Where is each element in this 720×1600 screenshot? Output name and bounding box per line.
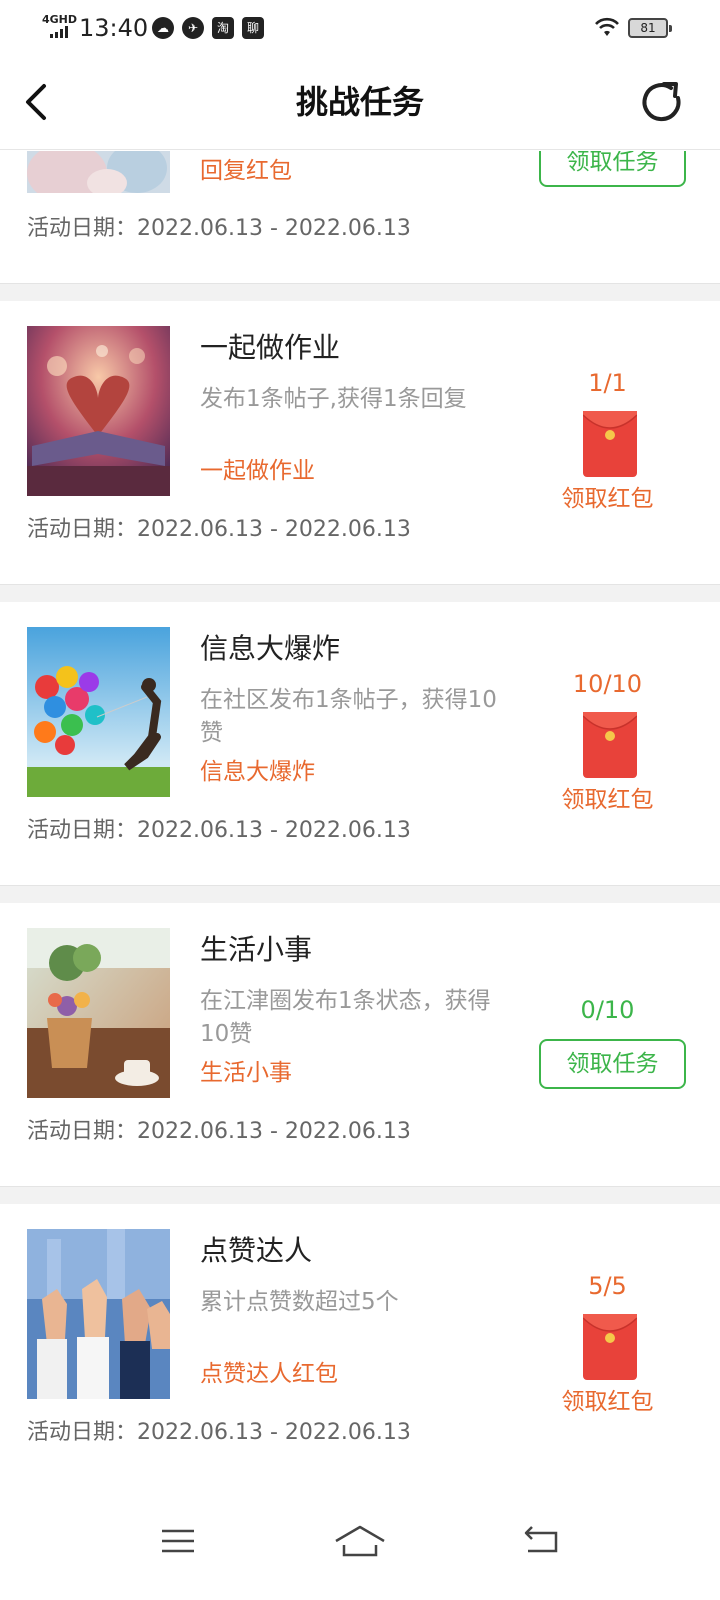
back-icon[interactable] [512, 1511, 572, 1571]
red-envelope-icon[interactable] [583, 411, 637, 477]
red-envelope-icon[interactable] [583, 1314, 637, 1380]
task-tag: 回复红包 [200, 158, 292, 184]
task-image [27, 151, 170, 193]
compass-icon: ✈ [182, 17, 204, 39]
network-type: 4GHD [42, 13, 78, 26]
task-image [27, 326, 170, 496]
task-description: 在江津圈发布1条状态，获得10赞 [200, 988, 491, 1047]
task-progress: 10/10 [572, 670, 643, 698]
task-description: 在社区发布1条帖子，获得10赞 [200, 687, 497, 746]
menu-icon[interactable] [148, 1511, 208, 1571]
task-card: 回复红包 领取任务 活动日期：2022.06.13 - 2022.06.13 [0, 151, 720, 283]
task-card: 信息大爆炸 在社区发布1条帖子，获得10赞 信息大爆炸 10/10 领取红包 活… [0, 602, 720, 885]
divider [0, 1186, 720, 1204]
task-tag: 生活小事 [200, 1060, 292, 1086]
task-description: 发布1条帖子,获得1条回复 [200, 386, 467, 412]
task-card: 生活小事 在江津圈发布1条状态，获得10赞 生活小事 0/10 领取任务 活动日… [0, 903, 720, 1186]
task-date: 活动日期：2022.06.13 - 2022.06.13 [27, 216, 411, 241]
photo-balloons-icon [27, 627, 170, 797]
claim-red-packet-button[interactable]: 领取红包 [530, 484, 685, 514]
task-image [27, 627, 170, 797]
task-title: 点赞达人 [200, 1234, 313, 1267]
header: 挑战任务 [0, 56, 720, 150]
task-tag: 信息大爆炸 [200, 759, 315, 785]
status-bar: 4GHD 13:40 ☁ ✈ 淘 聊 81 [0, 0, 720, 56]
claim-red-packet-button[interactable]: 领取红包 [530, 1387, 685, 1417]
task-list[interactable]: 回复红包 领取任务 活动日期：2022.06.13 - 2022.06.13 一… [0, 151, 720, 1491]
task-date: 活动日期：2022.06.13 - 2022.06.13 [27, 1420, 411, 1445]
system-nav-bar [0, 1491, 720, 1600]
task-title: 生活小事 [200, 933, 313, 966]
task-progress: 0/10 [580, 996, 635, 1024]
task-description: 累计点赞数超过5个 [200, 1289, 399, 1315]
task-date: 活动日期：2022.06.13 - 2022.06.13 [27, 517, 411, 542]
task-tag: 点赞达人红包 [200, 1361, 338, 1387]
task-progress: 5/5 [588, 1272, 627, 1300]
photo-girl-icon [27, 151, 170, 193]
task-progress: 1/1 [588, 369, 627, 397]
red-envelope-icon[interactable] [583, 712, 637, 778]
task-title: 信息大爆炸 [200, 632, 341, 665]
divider [0, 283, 720, 301]
signal-icon [50, 26, 72, 38]
taobao-icon: 淘 [212, 17, 234, 39]
task-title: 一起做作业 [200, 331, 341, 364]
claim-task-button[interactable]: 领取任务 [539, 151, 686, 187]
task-card: 一起做作业 发布1条帖子,获得1条回复 一起做作业 1/1 领取红包 活动日期：… [0, 301, 720, 584]
clock: 13:40 [79, 14, 149, 42]
home-icon[interactable] [330, 1511, 390, 1571]
weather-icon: ☁ [152, 17, 174, 39]
divider [0, 584, 720, 602]
task-tag: 一起做作业 [200, 458, 315, 484]
claim-task-button[interactable]: 领取任务 [539, 1039, 686, 1089]
task-date: 活动日期：2022.06.13 - 2022.06.13 [27, 818, 411, 843]
photo-book-heart-icon [27, 326, 170, 496]
claim-red-packet-button[interactable]: 领取红包 [530, 785, 685, 815]
divider [0, 885, 720, 903]
wifi-icon [595, 17, 619, 36]
task-image [27, 928, 170, 1098]
photo-teapot-icon [27, 928, 170, 1098]
app-icon: 聊 [242, 17, 264, 39]
photo-thumbs-up-icon [27, 1229, 170, 1399]
battery-icon: 81 [628, 18, 672, 38]
refresh-button[interactable] [638, 78, 686, 126]
page-title: 挑战任务 [295, 83, 424, 121]
task-date: 活动日期：2022.06.13 - 2022.06.13 [27, 1119, 411, 1144]
task-image [27, 1229, 170, 1399]
task-card: 点赞达人 累计点赞数超过5个 点赞达人红包 5/5 领取红包 活动日期：2022… [0, 1204, 720, 1491]
